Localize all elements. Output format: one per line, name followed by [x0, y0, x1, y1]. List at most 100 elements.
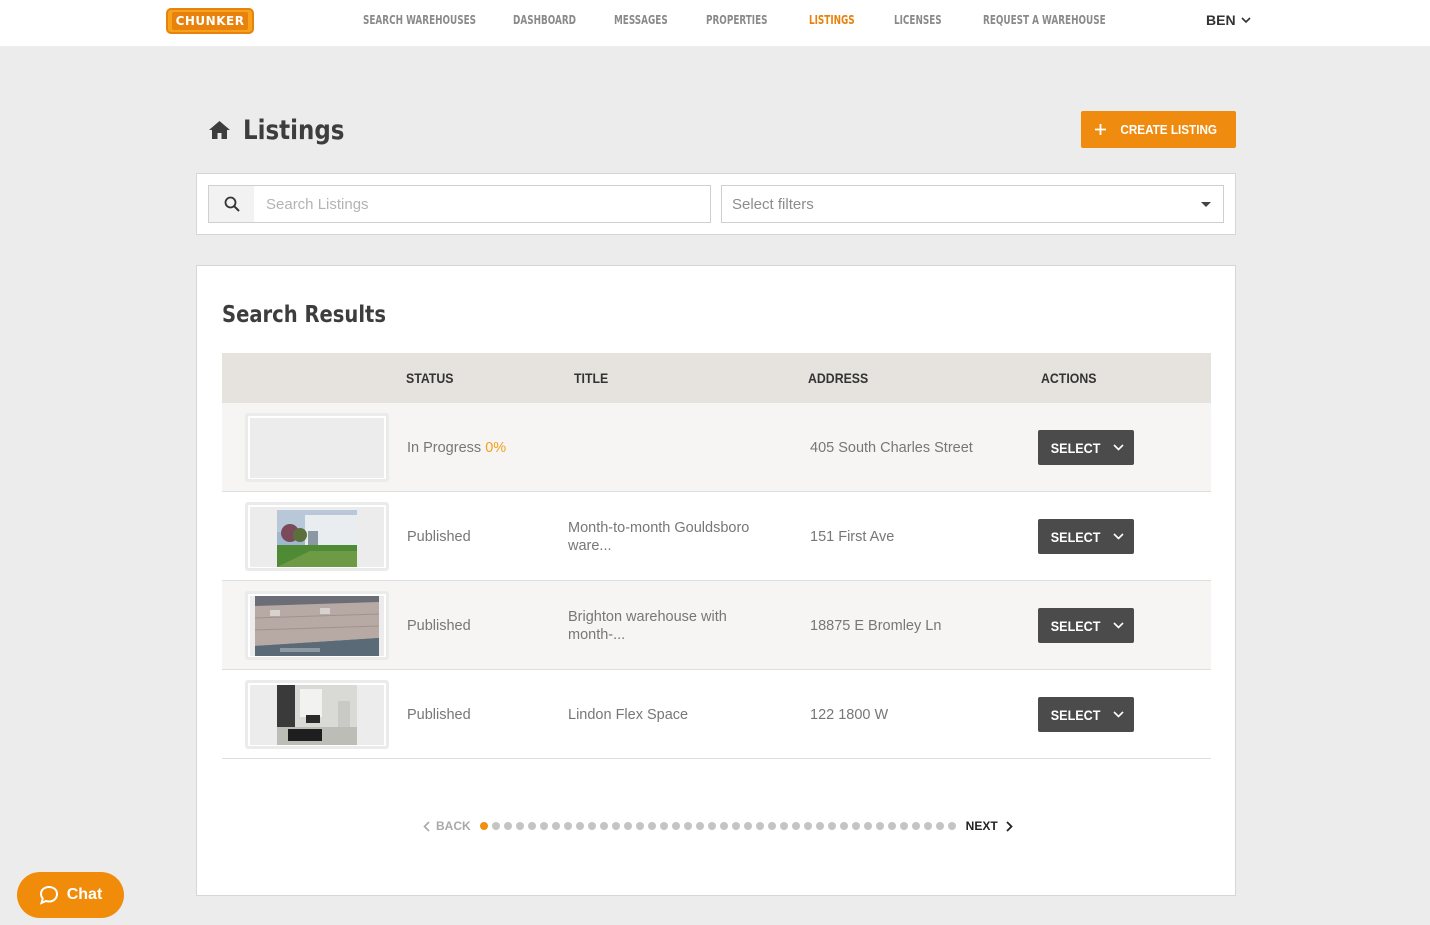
pagination-dot[interactable]	[899, 822, 908, 830]
pagination-dot[interactable]	[587, 822, 596, 830]
address-cell: 151 First Ave	[810, 529, 895, 545]
page-title: Listings	[243, 114, 345, 146]
select-action-button[interactable]: SELECT	[1038, 430, 1134, 465]
listing-thumbnail[interactable]	[245, 502, 389, 571]
pagination-dot[interactable]	[731, 822, 740, 830]
chevron-down-icon	[1113, 444, 1124, 451]
select-action-button[interactable]: SELECT	[1038, 697, 1134, 732]
user-name: BEN	[1206, 12, 1236, 28]
table-row: Published Brighton warehouse with month-…	[222, 581, 1211, 670]
chat-bubble-icon	[39, 885, 58, 905]
nav-properties[interactable]: PROPERTIES	[706, 0, 768, 40]
warehouse-photo	[250, 506, 384, 567]
pagination-dot[interactable]	[923, 822, 932, 830]
chunker-logo[interactable]: CHUNKER	[166, 8, 254, 34]
pagination-back-button[interactable]: BACK	[423, 819, 471, 833]
status-text: Published	[407, 707, 471, 723]
status-text: In Progress	[407, 440, 482, 456]
pagination-dot[interactable]	[491, 822, 500, 830]
chevron-down-icon	[1113, 711, 1124, 718]
back-label: BACK	[436, 819, 471, 833]
listing-thumbnail[interactable]	[245, 413, 389, 482]
pagination-dot[interactable]	[515, 822, 524, 830]
column-title: TITLE	[574, 370, 609, 386]
pagination-dot[interactable]	[599, 822, 608, 830]
search-input[interactable]	[254, 185, 711, 223]
filter-placeholder: Select filters	[732, 195, 814, 213]
select-action-button[interactable]: SELECT	[1038, 608, 1134, 643]
nav-messages[interactable]: MESSAGES	[614, 0, 668, 40]
nav-request-a-warehouse[interactable]: REQUEST A WAREHOUSE	[983, 0, 1106, 40]
pagination-dot[interactable]	[719, 822, 728, 830]
select-label: SELECT	[1050, 439, 1101, 456]
top-navigation-bar: CHUNKER SEARCH WAREHOUSES DASHBOARD MESS…	[0, 0, 1430, 46]
title-cell[interactable]: Month-to-month Gouldsboro ware...	[568, 519, 768, 555]
pagination-dot[interactable]	[671, 822, 680, 830]
pagination-dot[interactable]	[779, 822, 788, 830]
search-button[interactable]	[208, 185, 255, 223]
nav-search-warehouses[interactable]: SEARCH WAREHOUSES	[363, 0, 476, 40]
pagination-dot[interactable]	[743, 822, 752, 830]
pagination-dot[interactable]	[875, 822, 884, 830]
pagination-dot[interactable]	[851, 822, 860, 830]
chat-label: Chat	[66, 886, 103, 903]
pagination-dot[interactable]	[803, 822, 812, 830]
pagination-dot[interactable]	[827, 822, 836, 830]
pagination-dot[interactable]	[635, 822, 644, 830]
pagination-dot[interactable]	[791, 822, 800, 830]
pagination-dot[interactable]	[695, 822, 704, 830]
listing-thumbnail[interactable]	[245, 591, 389, 660]
pagination-dot[interactable]	[551, 822, 560, 830]
pagination-dot[interactable]	[659, 822, 668, 830]
user-menu[interactable]: BEN	[1206, 0, 1251, 40]
results-panel: Search Results STATUS TITLE ADDRESS ACTI…	[196, 265, 1236, 896]
title-cell[interactable]: Brighton warehouse with month-...	[568, 608, 768, 644]
create-listing-button[interactable]: CREATE LISTING	[1081, 111, 1236, 148]
pagination-dot[interactable]	[611, 822, 620, 830]
pagination-dot[interactable]	[527, 822, 536, 830]
pagination-dots	[479, 822, 956, 830]
select-label: SELECT	[1050, 528, 1101, 545]
address-cell: 122 1800 W	[810, 707, 889, 723]
results-title: Search Results	[222, 302, 387, 328]
page-header: Listings	[208, 112, 362, 148]
pagination-dot[interactable]	[863, 822, 872, 830]
pagination-dot[interactable]	[647, 822, 656, 830]
warehouse-photo	[250, 684, 384, 745]
pagination-dot[interactable]	[539, 822, 548, 830]
search-icon	[224, 196, 240, 212]
pagination-dot[interactable]	[887, 822, 896, 830]
select-label: SELECT	[1050, 706, 1101, 723]
nav-dashboard[interactable]: DASHBOARD	[513, 0, 576, 40]
pagination-dot[interactable]	[767, 822, 776, 830]
pagination-dot[interactable]	[815, 822, 824, 830]
table-row: Published Lindon Flex Space 122 1800 W S…	[222, 670, 1211, 759]
pagination-dot[interactable]	[563, 822, 572, 830]
pagination-dot[interactable]	[575, 822, 584, 830]
pagination: BACK NEXT	[423, 817, 1013, 835]
select-action-button[interactable]: SELECT	[1038, 519, 1134, 554]
pagination-dot[interactable]	[839, 822, 848, 830]
pagination-dot[interactable]	[947, 822, 956, 830]
pagination-dot[interactable]	[503, 822, 512, 830]
nav-listings[interactable]: LISTINGS	[809, 0, 855, 40]
pagination-dot[interactable]	[755, 822, 764, 830]
nav-licenses[interactable]: LICENSES	[894, 0, 942, 40]
pagination-dot[interactable]	[479, 822, 488, 830]
pagination-next-button[interactable]: NEXT	[966, 819, 1013, 833]
pagination-dot[interactable]	[911, 822, 920, 830]
chevron-down-icon	[1113, 622, 1124, 629]
column-address: ADDRESS	[808, 370, 869, 386]
status-cell: In Progress 0%	[407, 439, 506, 457]
pagination-dot[interactable]	[683, 822, 692, 830]
filter-select[interactable]: Select filters	[721, 185, 1224, 223]
listing-thumbnail[interactable]	[245, 680, 389, 749]
pagination-dot[interactable]	[623, 822, 632, 830]
address-cell: 18875 E Bromley Ln	[810, 618, 942, 634]
title-cell[interactable]: Lindon Flex Space	[568, 706, 768, 724]
chat-button[interactable]: Chat	[17, 872, 124, 918]
pagination-dot[interactable]	[707, 822, 716, 830]
pagination-dot[interactable]	[935, 822, 944, 830]
logo-text: CHUNKER	[171, 12, 249, 30]
caret-down-icon	[1201, 202, 1211, 207]
